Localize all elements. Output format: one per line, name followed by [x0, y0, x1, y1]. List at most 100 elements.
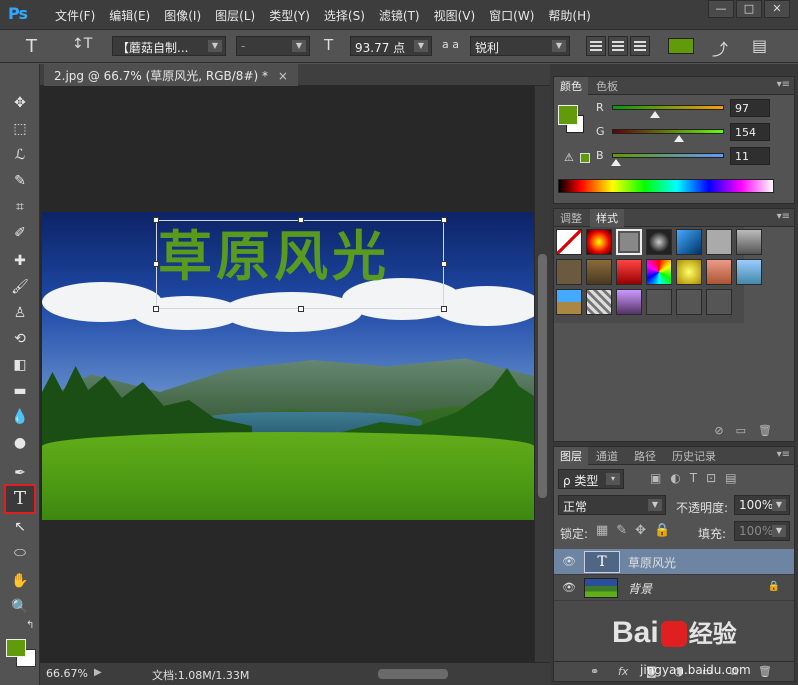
tab-styles[interactable]: 样式 [590, 209, 624, 227]
status-menu-icon[interactable]: ▶ [94, 667, 102, 678]
tab-history[interactable]: 历史记录 [666, 447, 722, 465]
menu-file[interactable]: 文件(F) [48, 7, 102, 24]
layer-name[interactable]: 背景 [628, 580, 652, 597]
close-button[interactable]: ✕ [764, 0, 790, 18]
gradient-tool-icon[interactable]: ▬ [8, 380, 32, 402]
hand-tool-icon[interactable]: ✋ [8, 570, 32, 592]
foreground-color-chip[interactable] [558, 105, 578, 125]
quick-select-tool-icon[interactable]: ✎ [8, 170, 32, 192]
healing-brush-tool-icon[interactable]: ✚ [8, 250, 32, 272]
style-swatch[interactable] [616, 289, 642, 315]
layer-row[interactable]: 👁 T 草原风光 [554, 549, 794, 575]
horizontal-scroll-thumb[interactable] [378, 669, 448, 679]
web-safe-color-chip[interactable] [580, 153, 590, 163]
style-swatch[interactable] [556, 259, 582, 285]
lasso-tool-icon[interactable]: ℒ [8, 144, 32, 166]
menu-edit[interactable]: 编辑(E) [102, 7, 157, 24]
warp-text-icon[interactable]: ⤴ [712, 36, 728, 59]
green-slider[interactable] [612, 129, 724, 134]
menu-layer[interactable]: 图层(L) [208, 7, 262, 24]
style-swatch[interactable] [676, 229, 702, 255]
tab-layers[interactable]: 图层 [554, 447, 588, 465]
opacity-input[interactable]: 100% ▼ [734, 495, 790, 515]
menu-help[interactable]: 帮助(H) [541, 7, 597, 24]
style-swatch[interactable] [586, 259, 612, 285]
green-value-input[interactable]: 154 [730, 123, 770, 141]
zoom-tool-icon[interactable]: 🔍 [8, 596, 32, 618]
style-swatch[interactable] [646, 259, 672, 285]
style-swatch[interactable] [556, 289, 582, 315]
blue-slider[interactable] [612, 153, 724, 158]
character-panel-icon[interactable]: ▤ [752, 36, 767, 56]
transform-bounding-box[interactable] [153, 217, 447, 312]
color-spectrum-bar[interactable] [558, 179, 774, 193]
style-swatch[interactable] [586, 229, 612, 255]
style-swatch[interactable] [736, 259, 762, 285]
styles-footer-icons[interactable]: ⊘▭🗑 [714, 424, 784, 437]
green-slider-knob[interactable] [674, 135, 685, 142]
lock-option-icons[interactable]: ▦✎✥🔒 [596, 523, 678, 538]
text-tool-preset-icon[interactable]: T [26, 36, 37, 57]
tab-swatches[interactable]: 色板 [590, 77, 624, 95]
style-swatch[interactable] [706, 229, 732, 255]
layer-name[interactable]: 草原风光 [628, 554, 676, 571]
blue-slider-knob[interactable] [611, 159, 622, 166]
panel-menu-icon[interactable]: ▾≡ [777, 79, 790, 90]
red-slider[interactable] [612, 105, 724, 110]
text-color-swatch[interactable] [668, 38, 694, 54]
menu-window[interactable]: 窗口(W) [482, 7, 541, 24]
swap-colors-icon[interactable]: ↰ [26, 620, 34, 631]
style-swatch[interactable] [736, 229, 762, 255]
zoom-level[interactable]: 66.67% [46, 667, 88, 680]
warning-icon[interactable]: ⚠ [564, 151, 574, 164]
style-swatch[interactable] [646, 289, 672, 315]
fill-input[interactable]: 100% ▼ [734, 521, 790, 541]
style-swatch[interactable] [646, 229, 672, 255]
align-center-button[interactable] [608, 36, 628, 56]
tab-paths[interactable]: 路径 [628, 447, 662, 465]
style-swatch[interactable] [586, 289, 612, 315]
layer-filter-select[interactable]: ρ 类型 ▾ [558, 469, 624, 489]
history-brush-tool-icon[interactable]: ⟲ [8, 328, 32, 350]
document-tab[interactable]: 2.jpg @ 66.7% (草原风光, RGB/8#) * × [44, 64, 298, 86]
maximize-button[interactable]: □ [736, 0, 762, 18]
clone-stamp-tool-icon[interactable]: ♙ [8, 302, 32, 324]
eye-icon[interactable]: 👁 [562, 581, 576, 594]
foreground-color-swatch[interactable] [6, 639, 26, 657]
ellipse-tool-icon[interactable]: ⬭ [8, 542, 32, 564]
pen-tool-icon[interactable]: ✒ [8, 462, 32, 484]
transform-handle[interactable] [441, 306, 447, 312]
eye-icon[interactable]: 👁 [562, 555, 576, 568]
font-size-select[interactable]: 93.77 点 ▼ [350, 36, 432, 56]
link-layers-icon[interactable]: ⚭ [590, 665, 599, 678]
close-icon[interactable]: × [278, 69, 288, 83]
crop-tool-icon[interactable]: ⌗ [8, 196, 32, 218]
fx-icon[interactable]: fx [618, 665, 628, 678]
style-swatch[interactable] [676, 289, 702, 315]
red-value-input[interactable]: 97 [730, 99, 770, 117]
font-family-select[interactable]: 【蘑菇自制... ▼ [112, 36, 226, 56]
layer-filter-icons[interactable]: ▣◐T⊡▤ [650, 471, 746, 485]
style-none[interactable] [556, 229, 582, 255]
tab-adjustments[interactable]: 调整 [554, 209, 588, 227]
transform-handle[interactable] [441, 217, 447, 223]
eyedropper-tool-icon[interactable]: ✐ [8, 222, 32, 244]
transform-handle[interactable] [298, 306, 304, 312]
transform-handle[interactable] [153, 217, 159, 223]
type-tool-icon[interactable]: T [4, 484, 36, 514]
blur-tool-icon[interactable]: 💧 [8, 406, 32, 428]
align-right-button[interactable] [630, 36, 650, 56]
trash-icon[interactable]: 🗑 [758, 665, 772, 678]
red-slider-knob[interactable] [649, 111, 660, 118]
font-style-select[interactable]: - ▼ [236, 36, 310, 56]
menu-type[interactable]: 类型(Y) [262, 7, 317, 24]
menu-select[interactable]: 选择(S) [317, 7, 372, 24]
vertical-scrollbar[interactable] [534, 86, 550, 662]
layer-row[interactable]: 👁 背景 🔒 [554, 575, 794, 601]
transform-handle[interactable] [153, 261, 159, 267]
eraser-tool-icon[interactable]: ◧ [8, 354, 32, 376]
move-tool-icon[interactable]: ✥ [8, 92, 32, 114]
minimize-button[interactable]: — [708, 0, 734, 18]
transform-handle[interactable] [441, 261, 447, 267]
panel-menu-icon[interactable]: ▾≡ [777, 449, 790, 460]
